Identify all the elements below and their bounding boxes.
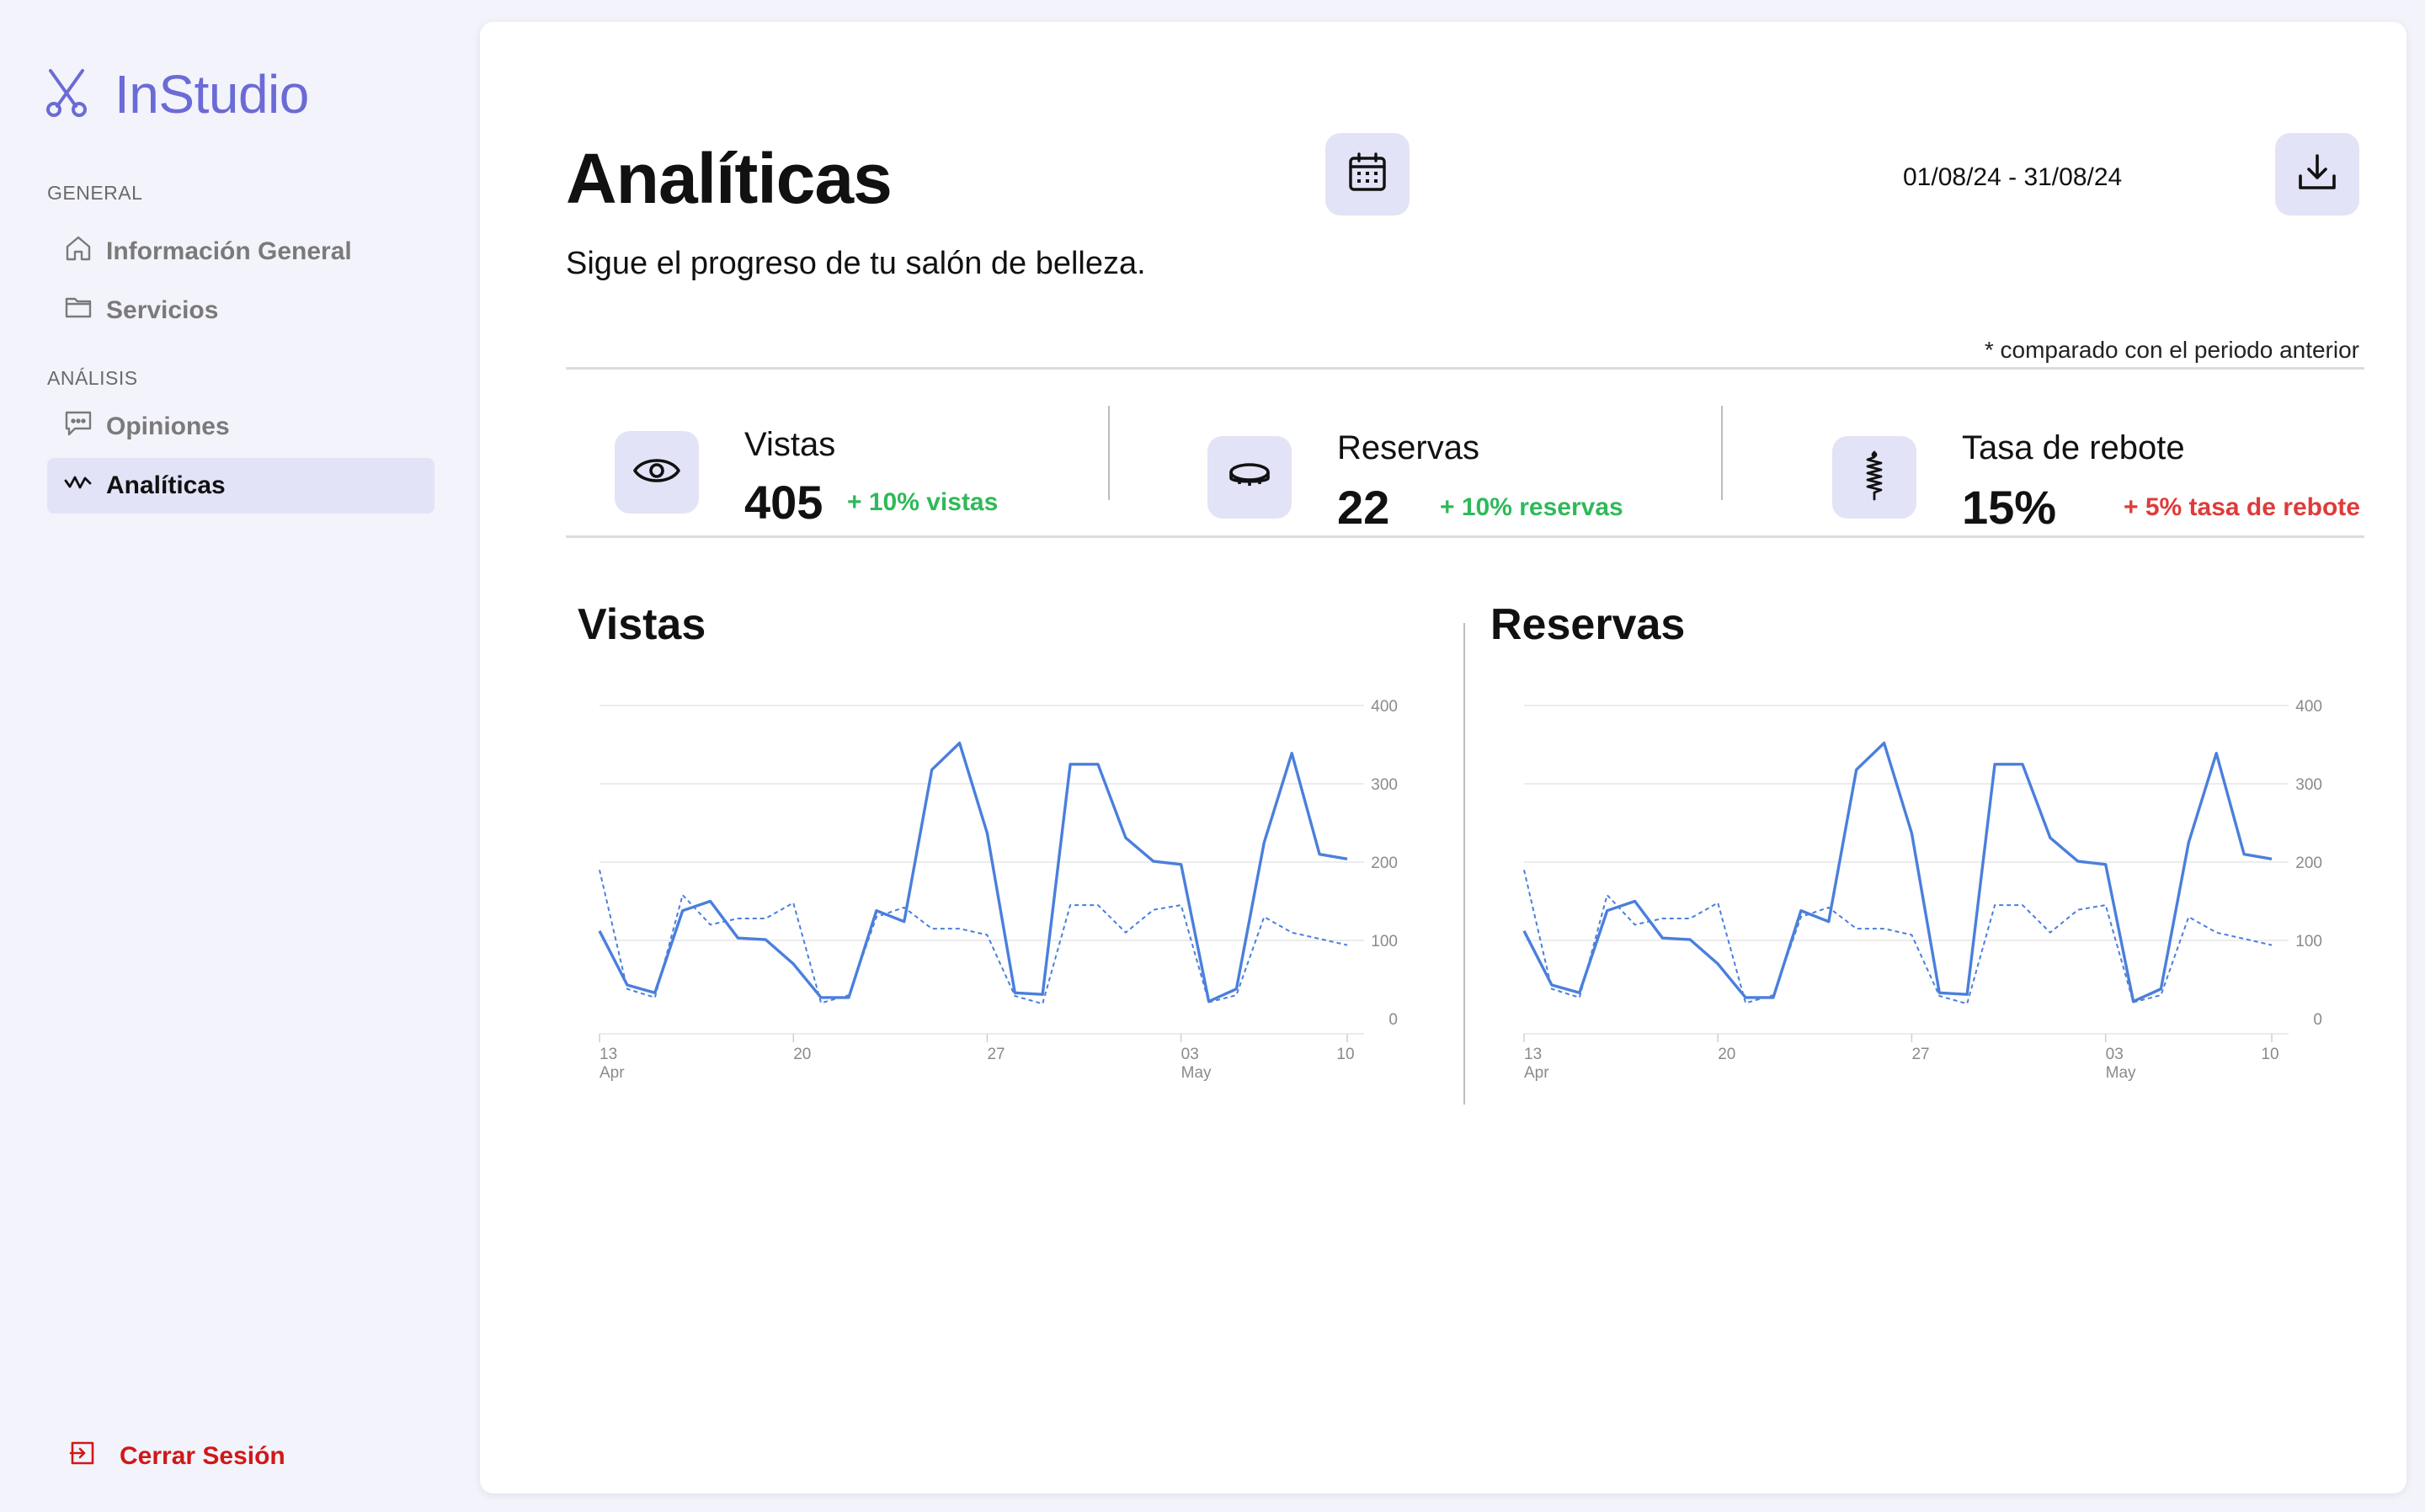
logout-icon — [69, 1439, 120, 1474]
y-tick-label: 100 — [1371, 933, 1398, 950]
x-tick-label: 20 — [793, 1046, 811, 1063]
x-tick-label: 27 — [1911, 1046, 1929, 1063]
reservas-chart: 400 300 200 100 0 13Apr 20 27 03May 10 — [1522, 698, 2322, 1082]
stat-icon-box — [1207, 436, 1292, 519]
y-tick-label: 200 — [1371, 854, 1398, 872]
sidebar-item-opiniones[interactable]: Opiniones — [47, 399, 434, 455]
coin-icon — [1224, 450, 1275, 505]
date-range: 01/08/24 - 31/08/24 — [1903, 163, 2123, 191]
y-tick-label: 400 — [1371, 698, 1398, 716]
stat-label: Reservas — [1337, 429, 1479, 466]
eye-icon — [632, 445, 682, 500]
chart-title: Reservas — [1490, 600, 1686, 649]
sidebar-item-label: Opiniones — [106, 413, 230, 440]
vistas-chart: 400 300 200 100 0 13Apr 20 27 03May 10 — [598, 698, 1398, 1082]
series-line-current — [1522, 741, 2273, 1004]
y-tick-label: 0 — [1388, 1011, 1398, 1029]
y-tick-label: 300 — [2295, 776, 2322, 794]
stat-label: Tasa de rebote — [1962, 429, 2185, 466]
date-picker-button[interactable] — [1325, 133, 1410, 216]
series-line-previous — [599, 870, 1348, 1005]
x-tick-label: 10 — [1336, 1046, 1354, 1063]
activity-icon — [64, 468, 106, 503]
x-tick-label: 27 — [987, 1046, 1005, 1063]
x-tick-month-label: Apr — [600, 1064, 625, 1082]
sidebar: InStudio GENERAL Información General Ser… — [0, 0, 480, 1512]
main-panel: Analíticas Sigue el progreso de tu salón… — [480, 22, 2406, 1493]
y-tick-label: 300 — [1371, 776, 1398, 794]
divider — [566, 367, 2364, 370]
section-label-analisis: ANÁLISIS — [47, 367, 138, 389]
logout-button[interactable]: Cerrar Sesión — [69, 1431, 285, 1482]
app-logo[interactable]: InStudio — [44, 64, 309, 125]
x-tick-label: 20 — [1718, 1046, 1735, 1063]
x-tick-label: 13 — [600, 1046, 617, 1063]
stat-value: 22 — [1337, 481, 1390, 534]
scissors-icon — [44, 67, 89, 122]
stat-divider — [1721, 406, 1723, 500]
page-title: Analíticas — [566, 139, 893, 218]
sidebar-item-label: Información General — [106, 237, 352, 265]
page-subtitle: Sigue el progreso de tu salón de belleza… — [566, 246, 1146, 281]
x-tick-label: 13 — [1524, 1046, 1542, 1063]
x-tick-label: 03 — [2106, 1046, 2124, 1063]
spring-icon — [1849, 450, 1900, 505]
sidebar-item-servicios[interactable]: Servicios — [47, 283, 434, 338]
stat-delta: + 10% vistas — [847, 488, 999, 516]
sidebar-item-informacion-general[interactable]: Información General — [47, 224, 434, 280]
chart-divider — [1463, 623, 1465, 1105]
calendar-icon — [1346, 151, 1389, 199]
sidebar-item-label: Servicios — [106, 296, 219, 324]
stat-icon-box — [615, 431, 699, 514]
stat-value: 15% — [1962, 481, 2057, 534]
stat-value: 405 — [744, 476, 823, 529]
y-tick-label: 200 — [2295, 854, 2322, 872]
x-tick-month-label: Apr — [1524, 1064, 1549, 1082]
sidebar-item-analiticas[interactable]: Analíticas — [47, 458, 434, 514]
folder-icon — [64, 293, 106, 328]
x-tick-label: 10 — [2261, 1046, 2278, 1063]
chat-icon — [64, 409, 106, 445]
chart-title: Vistas — [578, 600, 706, 649]
download-icon — [2295, 151, 2339, 199]
y-tick-label: 400 — [2295, 698, 2322, 716]
series-line-current — [598, 741, 1348, 1004]
divider — [566, 535, 2364, 538]
x-tick-month-label: May — [1181, 1064, 1212, 1082]
stat-delta: + 5% tasa de rebote — [2124, 493, 2360, 521]
stat-label: Vistas — [744, 426, 836, 463]
app-name: InStudio — [115, 64, 309, 125]
stat-icon-box — [1832, 436, 1916, 519]
y-tick-label: 100 — [2295, 933, 2322, 950]
stat-delta: + 10% reservas — [1440, 493, 1623, 521]
series-line-previous — [1523, 870, 2273, 1005]
stat-divider — [1108, 406, 1110, 500]
y-tick-label: 0 — [2313, 1011, 2322, 1029]
logout-label: Cerrar Sesión — [120, 1442, 285, 1470]
sidebar-item-label: Analíticas — [106, 471, 226, 499]
home-icon — [64, 234, 106, 269]
download-button[interactable] — [2275, 133, 2359, 216]
x-tick-label: 03 — [1181, 1046, 1199, 1063]
section-label-general: GENERAL — [47, 182, 143, 204]
comparison-note: * comparado con el periodo anterior — [1984, 337, 2359, 363]
x-tick-month-label: May — [2106, 1064, 2136, 1082]
